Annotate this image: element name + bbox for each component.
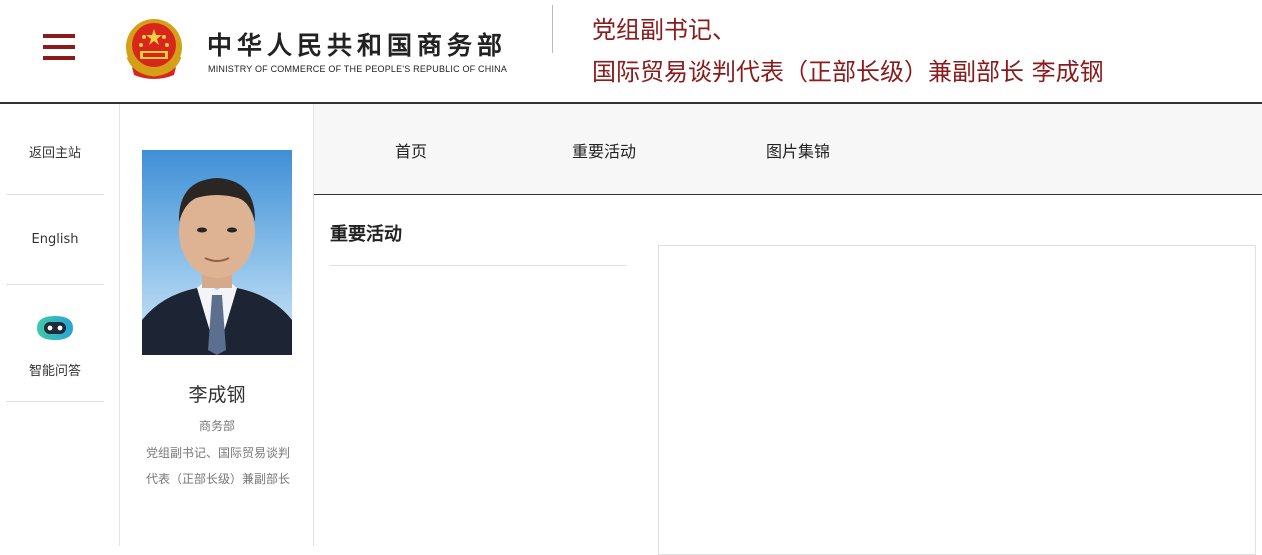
menu-icon[interactable] xyxy=(43,34,75,60)
profile-position: 党组副书记、国际贸易谈判 代表（正部长级）兼副部长 xyxy=(132,440,304,492)
site-header: 中华人民共和国商务部 MINISTRY OF COMMERCE OF THE P… xyxy=(0,0,1262,104)
left-nav: 返回主站 English 智能问答 xyxy=(0,104,120,546)
section-title: 重要活动 xyxy=(330,224,402,245)
profile-position-line1: 党组副书记、国际贸易谈判 xyxy=(145,446,290,460)
smart-qa-link[interactable]: 智能问答 xyxy=(6,360,104,379)
tab-bar: 首页 重要活动 图片集锦 xyxy=(314,104,1262,195)
ministry-name-cn: 中华人民共和国商务部 xyxy=(207,31,508,60)
nav-divider xyxy=(6,194,104,195)
tab-home[interactable]: 首页 xyxy=(395,138,427,162)
national-emblem-logo xyxy=(126,19,182,79)
robot-chat-icon[interactable] xyxy=(33,314,77,342)
tab-important-activities[interactable]: 重要活动 xyxy=(572,138,636,162)
nav-divider xyxy=(6,401,104,402)
nav-divider xyxy=(6,284,104,285)
tab-photo-gallery[interactable]: 图片集锦 xyxy=(766,138,830,162)
profile-position-line2: 代表（正部长级）兼副部长 xyxy=(145,472,290,486)
english-link[interactable]: English xyxy=(6,232,104,247)
profile-photo xyxy=(142,150,292,355)
profile-department: 商务部 xyxy=(198,419,235,433)
page-title-line2: 国际贸易谈判代表（正部长级）兼副部长 李成钢 xyxy=(592,58,1104,86)
profile-name: 李成钢 xyxy=(188,384,246,406)
header-divider xyxy=(552,5,553,53)
content-panel xyxy=(658,245,1256,555)
profile-panel: 李成钢 商务部 党组副书记、国际贸易谈判 代表（正部长级）兼副部长 xyxy=(120,104,314,546)
back-to-main-link[interactable]: 返回主站 xyxy=(6,142,104,161)
page-title-line1: 党组副书记、 xyxy=(592,16,736,44)
section-divider xyxy=(329,265,627,266)
ministry-name-en: MINISTRY OF COMMERCE OF THE PEOPLE'S REP… xyxy=(208,64,508,74)
